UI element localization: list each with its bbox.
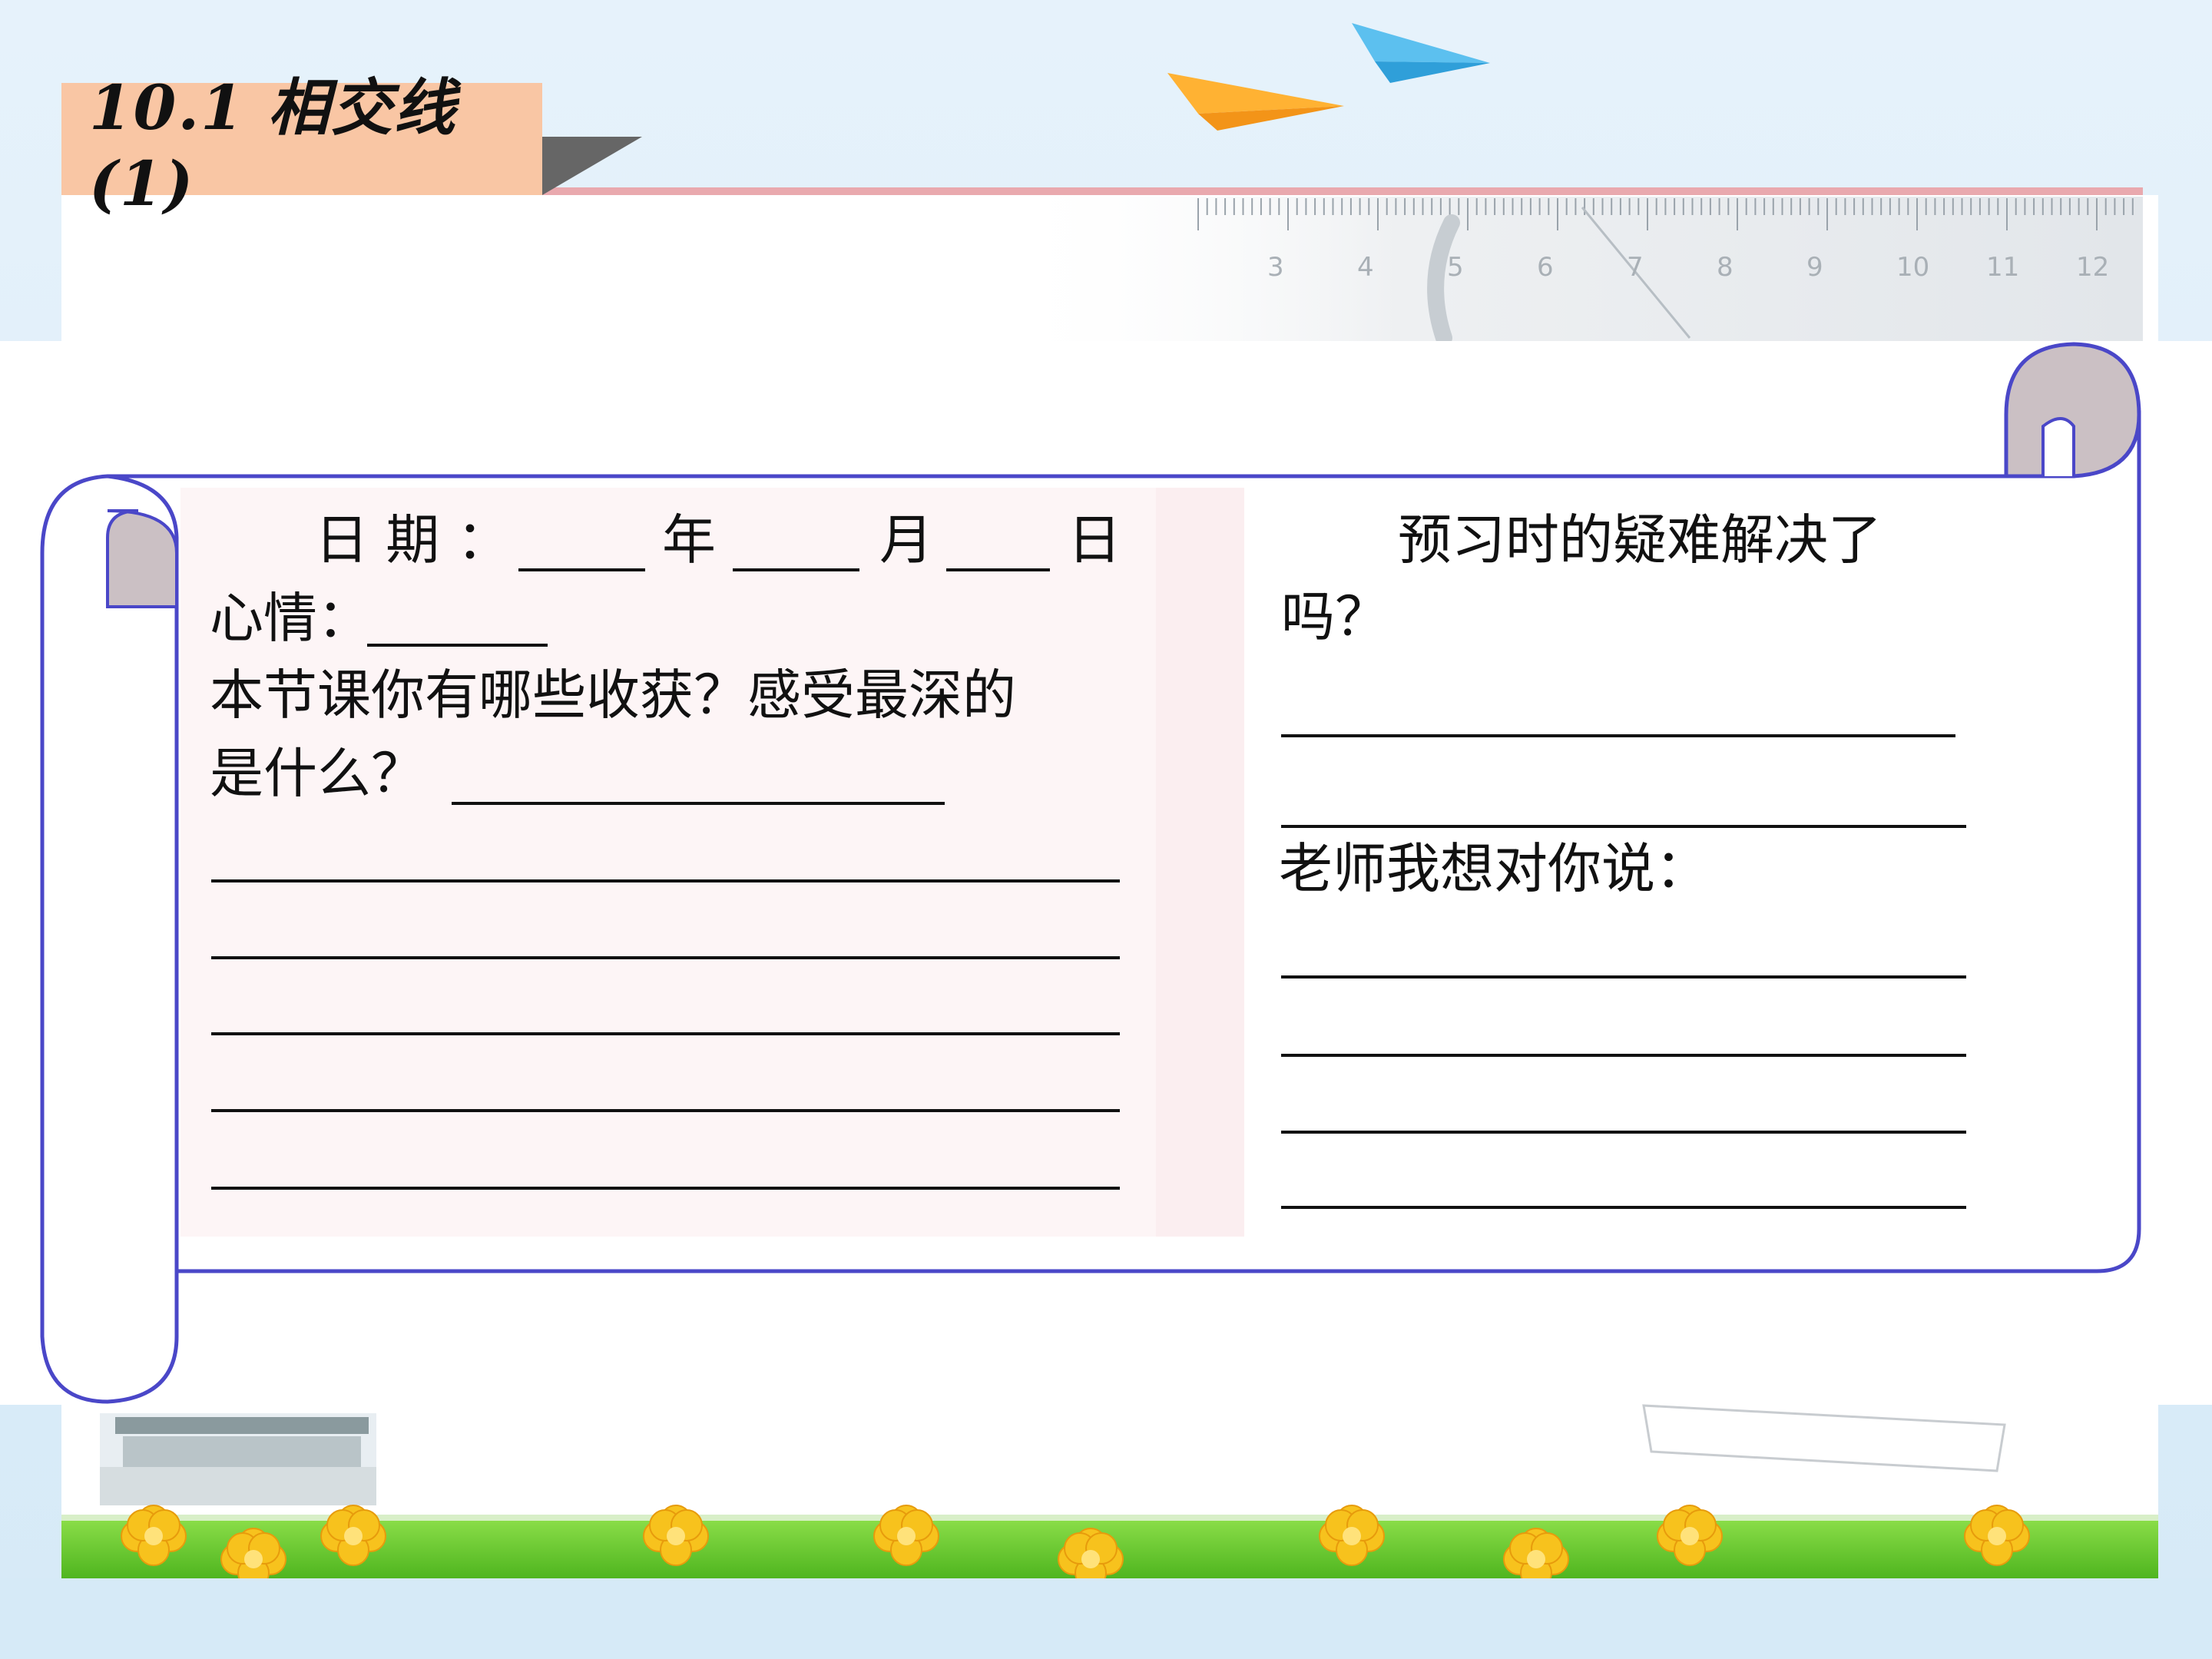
page-title: 10.1 相交线(1) [89,71,457,220]
harvest-answer-blank[interactable] [452,802,945,805]
ruler-number: 7 [1627,252,1644,283]
ruler-number: 10 [1896,252,1930,283]
ruler-number: 4 [1357,252,1374,283]
title-badge: 10.1 相交线(1) [61,71,542,220]
answer-line[interactable] [1281,1054,1966,1057]
answer-line[interactable] [211,879,1120,882]
day-blank[interactable] [946,568,1050,571]
preview-question-line2: 吗？ [1281,585,1389,648]
answer-line[interactable] [1281,1206,1966,1209]
answer-line[interactable] [1281,1131,1966,1134]
date-label: 日 期 ： [315,508,511,571]
bridge-image [100,1413,376,1505]
answer-line[interactable] [211,1187,1120,1190]
answer-line[interactable] [1281,825,1966,828]
month-label: 月 [879,508,933,571]
scroll-card [0,341,2212,1405]
year-label: 年 [662,508,716,571]
flower-border-image [61,1505,2158,1589]
ruler-number: 8 [1717,252,1734,283]
preview-question-line1: 预习时的疑难解决了 [1398,508,1882,571]
ruler-number: 11 [1986,252,2020,283]
harvest-question-line2: 是什么？ [210,742,425,805]
ruler-icon [998,197,2143,346]
ruler-number: 12 [2076,252,2110,283]
ruler-number: 5 [1447,252,1464,283]
title-arrow-icon [542,137,642,195]
ruler-number: 9 [1806,252,1823,283]
ruler-number: 6 [1537,252,1554,283]
harvest-question-line1: 本节课你有哪些收获？感受最深的 [210,664,1016,727]
slide-background [0,0,2212,1659]
answer-line[interactable] [211,1032,1120,1035]
answer-line[interactable] [211,956,1120,959]
mood-blank[interactable] [367,644,548,647]
teacher-label: 老师我想对你说： [1279,837,1709,900]
month-blank[interactable] [733,568,859,571]
year-blank[interactable] [518,568,645,571]
mood-label: 心情： [210,587,371,650]
answer-line[interactable] [1281,734,1955,737]
answer-line[interactable] [211,1109,1120,1112]
ruler-number: 3 [1267,252,1284,283]
day-label: 日 [1068,508,1121,571]
answer-line[interactable] [1281,975,1966,979]
